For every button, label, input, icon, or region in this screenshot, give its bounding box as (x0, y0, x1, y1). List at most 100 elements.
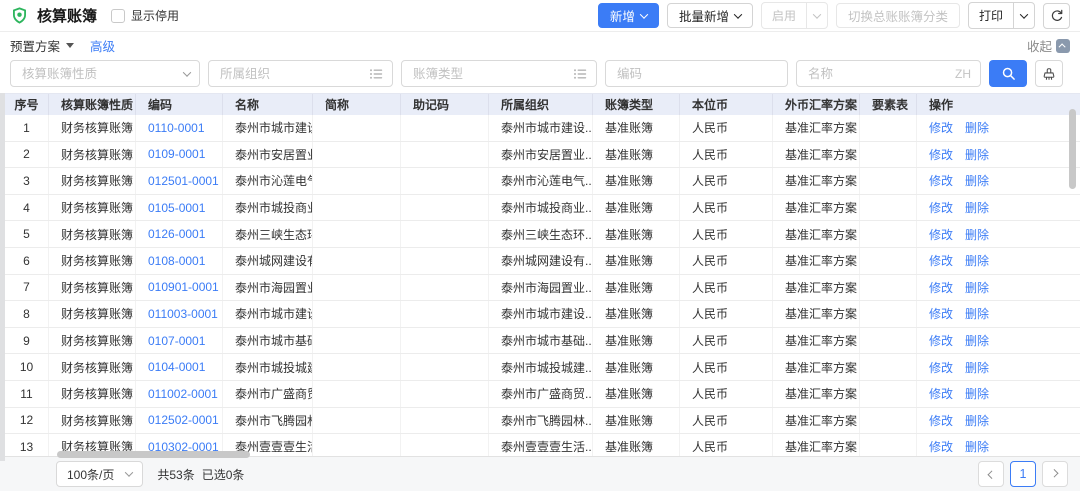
cell-book_type: 基准账簿 (593, 115, 680, 141)
enable-dropdown-button[interactable] (806, 3, 827, 28)
delete-link[interactable]: 删除 (965, 226, 989, 243)
cell-currency: 人民币 (680, 115, 773, 141)
clear-filter-button[interactable] (1035, 60, 1063, 87)
cell-abbr (313, 221, 401, 247)
book-code-link[interactable]: 0109-0001 (148, 147, 205, 161)
add-button[interactable]: 新增 (598, 3, 659, 28)
delete-link[interactable]: 删除 (965, 385, 989, 402)
list-picker-icon[interactable] (573, 67, 587, 81)
edit-link[interactable]: 修改 (929, 385, 953, 402)
refresh-button[interactable] (1043, 3, 1070, 29)
current-page-button[interactable]: 1 (1010, 461, 1036, 487)
book-code-link[interactable]: 010901-0001 (148, 280, 219, 294)
code-field[interactable] (605, 60, 788, 87)
list-picker-icon[interactable] (369, 67, 383, 81)
collapse-filter-button[interactable]: 收起 (1027, 36, 1070, 55)
cell-element_table (860, 408, 917, 434)
cell-seq: 4 (5, 195, 49, 221)
cell-org: 泰州市城市基础... (489, 328, 593, 354)
cell-nature: 财务核算账簿 (49, 142, 136, 168)
chevron-down-icon (813, 10, 821, 18)
switch-ledger-category-button[interactable]: 切换总账账簿分类 (836, 3, 960, 28)
book-code-link[interactable]: 012502-0001 (148, 413, 219, 427)
table-row: 4财务核算账簿0105-0001泰州市城投商业...泰州市城投商业...基准账簿… (0, 195, 1080, 222)
edit-link[interactable]: 修改 (929, 146, 953, 163)
preset-scheme-dropdown[interactable]: 预置方案 (10, 36, 74, 55)
delete-link[interactable]: 删除 (965, 199, 989, 216)
cell-mnemonic (401, 381, 489, 407)
delete-link[interactable]: 删除 (965, 252, 989, 269)
cell-name: 泰州市城市基础... (223, 328, 313, 354)
edit-link[interactable]: 修改 (929, 172, 953, 189)
book-type-picker-field[interactable] (401, 60, 597, 87)
cell-currency: 人民币 (680, 195, 773, 221)
name-input[interactable] (806, 66, 949, 82)
language-suffix: ZH (955, 67, 971, 81)
book-code-link[interactable]: 012501-0001 (148, 174, 219, 188)
book-code-link[interactable]: 011003-0001 (148, 307, 218, 321)
next-page-button[interactable] (1042, 461, 1068, 487)
edit-link[interactable]: 修改 (929, 226, 953, 243)
chevron-up-icon (1056, 39, 1070, 53)
page-size-select[interactable]: 100条/页 (56, 461, 143, 487)
cell-org: 泰州市城投城建... (489, 354, 593, 380)
cell-name: 泰州市海园置业... (223, 275, 313, 301)
book-code-link[interactable]: 011002-0001 (148, 387, 218, 401)
nature-select[interactable] (10, 60, 200, 87)
book-code-link[interactable]: 0126-0001 (148, 227, 205, 241)
cell-nature: 财务核算账簿 (49, 408, 136, 434)
search-button[interactable] (989, 60, 1027, 87)
cell-actions: 修改删除 (917, 168, 1068, 194)
delete-link[interactable]: 删除 (965, 412, 989, 429)
cell-currency: 人民币 (680, 168, 773, 194)
horizontal-scrollbar[interactable] (57, 451, 250, 458)
print-button[interactable]: 打印 (969, 3, 1013, 28)
edit-link[interactable]: 修改 (929, 279, 953, 296)
cell-nature: 财务核算账簿 (49, 221, 136, 247)
cell-code: 011003-0001 (136, 301, 223, 327)
print-dropdown-button[interactable] (1013, 3, 1034, 28)
batch-add-button[interactable]: 批量新增 (667, 3, 753, 28)
column-header: 账簿类型 (593, 94, 680, 115)
delete-link[interactable]: 删除 (965, 119, 989, 136)
org-input[interactable] (218, 66, 363, 82)
edit-link[interactable]: 修改 (929, 252, 953, 269)
advanced-filter-link[interactable]: 高级 (90, 36, 115, 55)
delete-link[interactable]: 删除 (965, 279, 989, 296)
show-disabled-checkbox[interactable] (111, 9, 125, 23)
code-input[interactable] (615, 66, 778, 82)
book-code-link[interactable]: 0108-0001 (148, 254, 205, 268)
cell-org: 泰州市沁莲电气... (489, 168, 593, 194)
org-picker-field[interactable] (208, 60, 393, 87)
cell-abbr (313, 354, 401, 380)
delete-link[interactable]: 删除 (965, 438, 989, 455)
prev-page-button[interactable] (978, 461, 1004, 487)
book-code-link[interactable]: 0104-0001 (148, 360, 205, 374)
vertical-scrollbar[interactable] (1069, 109, 1076, 189)
delete-link[interactable]: 删除 (965, 172, 989, 189)
name-field[interactable]: ZH (796, 60, 981, 87)
book-code-link[interactable]: 0107-0001 (148, 334, 205, 348)
enable-button[interactable]: 启用 (762, 3, 806, 28)
edit-link[interactable]: 修改 (929, 438, 953, 455)
show-disabled-toggle[interactable]: 显示停用 (111, 7, 179, 24)
cell-nature: 财务核算账簿 (49, 354, 136, 380)
edit-link[interactable]: 修改 (929, 359, 953, 376)
cell-name: 泰州市广盛商贸... (223, 381, 313, 407)
delete-link[interactable]: 删除 (965, 305, 989, 322)
delete-link[interactable]: 删除 (965, 332, 989, 349)
edit-link[interactable]: 修改 (929, 332, 953, 349)
edit-link[interactable]: 修改 (929, 305, 953, 322)
delete-link[interactable]: 删除 (965, 146, 989, 163)
book-type-input[interactable] (411, 66, 567, 82)
book-code-link[interactable]: 0105-0001 (148, 201, 205, 215)
cell-code: 012501-0001 (136, 168, 223, 194)
delete-link[interactable]: 删除 (965, 359, 989, 376)
cell-book_type: 基准账簿 (593, 408, 680, 434)
edit-link[interactable]: 修改 (929, 199, 953, 216)
nature-select-input[interactable] (20, 66, 178, 82)
edit-link[interactable]: 修改 (929, 412, 953, 429)
edit-link[interactable]: 修改 (929, 119, 953, 136)
book-code-link[interactable]: 0110-0001 (148, 121, 205, 135)
cell-book_type: 基准账簿 (593, 328, 680, 354)
